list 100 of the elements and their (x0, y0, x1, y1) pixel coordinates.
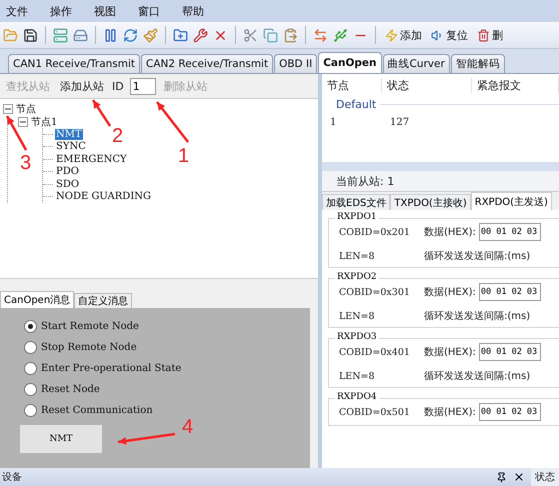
cobid-label: COBID=0x301 (339, 286, 411, 298)
tree-item[interactable]: 节点1 (30, 114, 58, 129)
column-header[interactable]: 状态 (382, 78, 472, 92)
group-header: Default (336, 98, 376, 110)
tab[interactable]: CanOpen (318, 52, 382, 73)
data-label: 数据(HEX): (424, 286, 476, 299)
radio-label: Enter Pre-operational State (41, 362, 182, 374)
group-title: RXPDO3 (335, 332, 379, 342)
tree-item[interactable]: SDO (55, 178, 80, 190)
tab[interactable]: 加载EDS文件 (322, 194, 390, 210)
close-icon[interactable] (513, 471, 525, 483)
group-title: RXPDO4 (335, 392, 379, 402)
radio-label: Start Remote Node (41, 320, 139, 332)
toolbar-button[interactable]: 复位 (429, 28, 470, 42)
annotation-arrow (118, 432, 176, 445)
annotation-arrow (92, 99, 112, 127)
radio-button[interactable] (24, 362, 37, 374)
speaker-icon (431, 28, 444, 42)
id-label: ID (112, 80, 124, 92)
paste-icon[interactable] (283, 28, 298, 42)
wrench-icon[interactable] (193, 28, 208, 42)
tab[interactable]: CAN1 Receive/Transmit (8, 54, 140, 73)
tab[interactable]: 曲线Curver (382, 54, 450, 73)
data-field[interactable]: 00 01 02 03 (478, 343, 541, 361)
radio-label: Reset Communication (41, 404, 153, 416)
data-label: 数据(HEX): (424, 226, 476, 239)
cobid-label: COBID=0x501 (339, 406, 411, 418)
tab[interactable]: TXPDO(主接收) (390, 194, 471, 210)
refresh-icon[interactable] (123, 28, 138, 42)
annotation-number: 1 (178, 145, 190, 168)
collapse-icon[interactable] (3, 104, 13, 114)
drive-icon[interactable] (73, 28, 88, 42)
data-label: 数据(HEX): (424, 406, 476, 419)
interval-label: 循环发送发送间隔:(ms) (424, 310, 532, 323)
length-label: LEN=8 (339, 310, 376, 322)
tree-item[interactable]: 节点 (15, 102, 37, 116)
cobid-label: COBID=0x201 (339, 226, 411, 238)
swap-icon[interactable] (313, 28, 328, 42)
menu-item[interactable]: 窗口 (138, 4, 160, 18)
tree-item[interactable]: PDO (55, 166, 80, 178)
brush-icon[interactable] (143, 28, 158, 42)
data-label: 数据(HEX): (424, 346, 476, 359)
interval-label: 循环发送发送间隔:(ms) (424, 370, 532, 383)
status-tab[interactable]: 状态 (531, 468, 559, 486)
radio-label: Reset Node (41, 384, 100, 394)
tree-item[interactable]: NMT (55, 128, 83, 140)
trash-icon (477, 28, 490, 42)
pin-icon[interactable] (496, 472, 507, 482)
menu-item[interactable]: 视图 (94, 4, 116, 18)
toolbar-button[interactable]: 添加 (383, 28, 424, 42)
tree-item[interactable]: EMERGENCY (55, 154, 128, 165)
tree-item[interactable]: NODE GUARDING (55, 191, 152, 202)
save-icon[interactable] (23, 28, 38, 42)
annotation-arrow (156, 101, 189, 143)
status-label: 设备 (2, 471, 22, 484)
menu-item[interactable]: 帮助 (182, 4, 204, 18)
usb-icon[interactable] (333, 28, 348, 42)
annotation-number: 3 (20, 152, 32, 175)
tab[interactable]: CanOpen消息 (0, 291, 74, 308)
current-slave-label: 当前从站: 1 (336, 174, 394, 188)
annotation-number: 2 (112, 125, 124, 148)
scissors-icon[interactable] (243, 28, 258, 42)
server-icon[interactable] (53, 28, 68, 42)
cobid-label: COBID=0x401 (339, 346, 411, 358)
column-header[interactable]: 节点 (322, 78, 382, 92)
pause-icon[interactable] (103, 28, 118, 42)
toolbar-button[interactable]: 添加从站 (58, 78, 106, 94)
length-label: LEN=8 (339, 370, 376, 382)
group-title: RXPDO2 (335, 272, 379, 282)
table-cell-text: 1 (329, 116, 338, 128)
radio-label: Stop Remote Node (41, 342, 137, 352)
interval-label: 循环发送发送间隔:(ms) (424, 250, 532, 263)
menu-item[interactable]: 操作 (50, 4, 72, 18)
radio-button[interactable] (24, 340, 37, 354)
data-field[interactable]: 00 01 02 03 (478, 403, 541, 421)
radio-button[interactable] (24, 382, 37, 396)
tree-item[interactable]: SYNC (55, 141, 87, 152)
radio-button[interactable] (24, 320, 37, 332)
copy-icon[interactable] (263, 28, 278, 42)
tab[interactable]: 智能解码 (450, 54, 505, 73)
radio-button[interactable] (24, 404, 37, 416)
length-label: LEN=8 (339, 250, 376, 262)
menu-item[interactable]: 文件 (6, 4, 28, 18)
tab[interactable]: OBD II (274, 54, 318, 73)
folder-icon[interactable] (173, 28, 188, 42)
group-title: RXPDO1 (335, 212, 379, 222)
nmt-button[interactable]: NMT (20, 425, 102, 453)
tab[interactable]: 自定义消息 (74, 293, 132, 308)
data-field[interactable]: 00 01 02 03 (478, 223, 541, 241)
table-cell-text: 127 (389, 116, 410, 128)
toolbar-button[interactable]: 删 (475, 28, 505, 42)
collapse-icon[interactable] (18, 116, 28, 127)
column-header[interactable]: 紧急报文 (472, 78, 559, 92)
tab[interactable]: CAN2 Receive/Transmit (141, 54, 274, 73)
tab[interactable]: RXPDO(主发送) (470, 192, 552, 210)
annotation-arrow (6, 115, 28, 151)
lightning-icon (385, 28, 398, 42)
annotation-number: 4 (182, 416, 194, 439)
data-field[interactable]: 00 01 02 03 (478, 283, 541, 301)
id-field[interactable]: 1 (130, 78, 156, 94)
